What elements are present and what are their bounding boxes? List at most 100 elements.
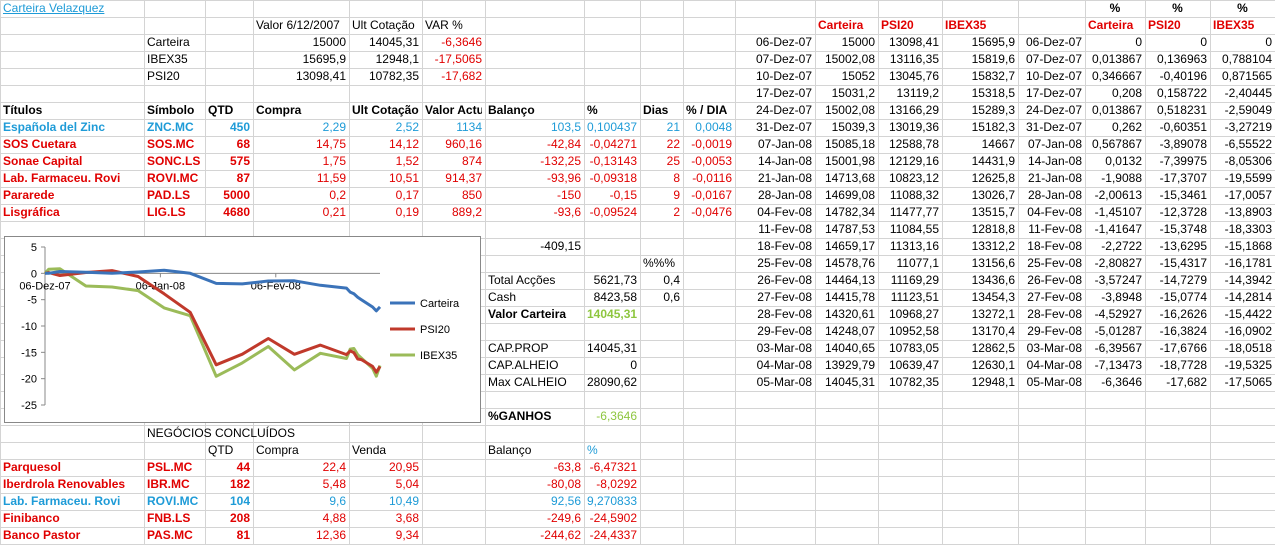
title-name: Lisgráfica [3,205,60,219]
history-carteira: 15031,2 [831,86,875,100]
history-pct-carteira: -1,45107 [1094,205,1142,219]
ganhos-value: -6,3646 [596,409,637,423]
history-ibex35: 13312,2 [971,239,1015,253]
history-header: IBEX35 [945,18,987,32]
closed-pct: 9,270833 [587,494,637,508]
history-psi20: 12129,16 [888,154,939,168]
chart-y-tick-label: 0 [31,268,37,280]
history-ibex35: 15832,7 [971,69,1015,83]
title-ult: 0,17 [395,188,419,202]
history-header: Carteira [818,18,864,32]
history-pct-symbol: % [1172,1,1183,15]
history-pct-carteira: 0,013867 [1091,103,1142,117]
history-date: 29-Fev-08 [757,324,812,338]
history-pct-carteira: -1,41647 [1094,222,1142,236]
title-dias: 21 [666,120,680,134]
history-pct-psi20: -15,4317 [1159,256,1207,270]
history-psi20: 11077,1 [896,256,940,270]
history-pct-ibex35: -16,1781 [1224,256,1272,270]
titles-header: Dias [643,103,669,117]
title-balance: -132,25 [540,154,581,168]
closed-symbol: FNB.LS [147,511,191,525]
title-balance: -93,6 [553,205,581,219]
title-ult: 1,52 [395,154,419,168]
closed-compra: 5,48 [322,477,346,491]
chart-y-tick-label: 5 [31,242,37,254]
chart-y-tick-label: -10 [21,321,37,333]
totals-extra: 0,4 [663,273,680,287]
history-pct-psi20: -15,3748 [1159,222,1207,236]
closed-name: Finibanco [3,511,60,525]
history-pct-ibex35: -19,5599 [1224,171,1272,185]
titles-header: Títulos [3,103,43,117]
history-pct-psi20: -17,6766 [1159,341,1207,355]
closed-qtd: 81 [236,528,250,542]
history-date: 04-Fev-08 [757,205,812,219]
closed-header: % [587,443,598,457]
totals-extra: 0,6 [663,290,680,304]
title-pct: -0,04271 [589,137,637,151]
history-pct-psi20: -7,39975 [1159,154,1207,168]
title-valor: 914,37 [445,171,482,185]
title-ult: 14,12 [388,137,419,151]
title-valor: 960,16 [445,137,482,151]
closed-name: Banco Pastor [3,528,81,542]
history-pct-carteira: -6,39567 [1094,341,1142,355]
title-pct-dia: -0,0053 [691,154,732,168]
history-ibex35: 13454,3 [971,290,1015,304]
summary-label: PSI20 [147,69,180,83]
title-valor: 850 [461,188,482,202]
cap-label: Max CALHEIO [488,375,567,389]
history-pct-psi20: 0,518231 [1156,103,1207,117]
history-carteira: 14782,34 [824,205,875,219]
history-date: 05-Mar-08 [756,375,812,389]
history-carteira: 15039,3 [831,120,875,134]
sheet-title-link[interactable]: Carteira Velazquez [3,0,141,17]
history-pct-carteira: -2,2722 [1101,239,1142,253]
title-dias: 25 [666,154,680,168]
pctpct-label: %%% [643,256,676,270]
title-qtd: 575 [229,154,250,168]
titles-header: Símbolo [147,103,195,117]
history-date: 26-Fev-08 [757,273,812,287]
closed-symbol: PAS.MC [147,528,193,542]
chart-y-tick-label: -5 [27,295,37,307]
title-balance: -42,84 [546,137,581,151]
history-date: 25-Fev-08 [1027,256,1082,270]
closed-venda: 9,34 [395,528,419,542]
history-psi20: 11123,51 [890,290,939,304]
titles-header: Valor Actual [425,103,482,117]
history-pct-ibex35: -19,5325 [1224,358,1272,372]
cap-label: CAP.ALHEIO [488,358,559,372]
closed-pct: -6,47321 [589,460,637,474]
summary-ult: 14045,31 [368,35,419,49]
history-date: 28-Jan-08 [1027,188,1082,202]
closed-balance: -249,6 [546,511,581,525]
closed-pct: -8,0292 [596,477,637,491]
history-date: 10-Dez-07 [755,69,812,83]
closed-compra: 12,36 [315,528,346,542]
history-pct-ibex35: 0 [1265,35,1272,49]
history-date: 07-Jan-08 [757,137,812,151]
history-date: 21-Jan-08 [757,171,812,185]
history-pct-ibex35: -14,2814 [1224,290,1272,304]
title-symbol: SOS.MC [147,137,195,151]
title-pct-dia: -0,0476 [691,205,732,219]
summary-valor: 13098,41 [295,69,346,83]
history-pct-header: PSI20 [1148,18,1181,32]
chart-y-tick-label: -25 [21,400,37,412]
history-ibex35: 13272,1 [971,307,1015,321]
history-carteira: 13929,79 [824,358,875,372]
summary-ult: 12948,1 [375,52,419,66]
history-pct-psi20: -12,3728 [1159,205,1207,219]
history-carteira: 14320,61 [824,307,875,321]
titles-header: QTD [208,103,234,117]
title-dias: 8 [673,171,680,185]
summary-header: VAR % [425,18,463,32]
title-pct: 0,100437 [587,120,637,134]
history-date: 21-Jan-08 [1027,171,1082,185]
history-header: PSI20 [881,18,914,32]
history-carteira: 14699,08 [824,188,875,202]
history-pct-psi20: 0 [1200,35,1207,49]
summary-var: -17,682 [441,69,482,83]
